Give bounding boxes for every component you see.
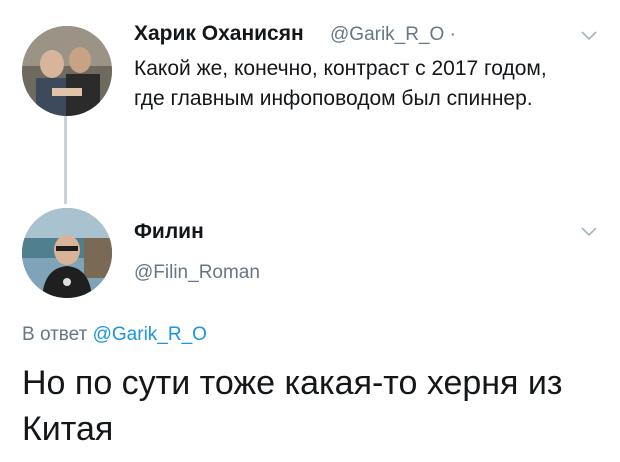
reply-to-link[interactable]: @Garik_R_O	[93, 324, 207, 345]
avatar[interactable]	[22, 26, 112, 116]
thread-connector-line	[64, 112, 67, 204]
tweet-text: Какой же, конечно, контраст с 2017 годом…	[134, 57, 547, 110]
avatar[interactable]	[22, 208, 112, 298]
chevron-down-icon[interactable]	[580, 30, 598, 42]
author-handle[interactable]: @Filin_Roman	[134, 262, 260, 284]
avatar-photo	[22, 26, 112, 116]
reply-context: В ответ @Garik_R_O	[22, 324, 207, 346]
tweet-text: Но по сути тоже какая-то херня из Китая	[22, 364, 563, 448]
avatar-photo	[22, 208, 112, 298]
chevron-down-icon[interactable]	[580, 226, 598, 238]
author-name[interactable]: Харик Оханисян	[134, 22, 304, 46]
author-handle[interactable]: @Garik_R_O ·	[330, 24, 456, 46]
reply-prefix: В ответ	[22, 324, 88, 345]
author-name[interactable]: Филин	[134, 220, 204, 244]
